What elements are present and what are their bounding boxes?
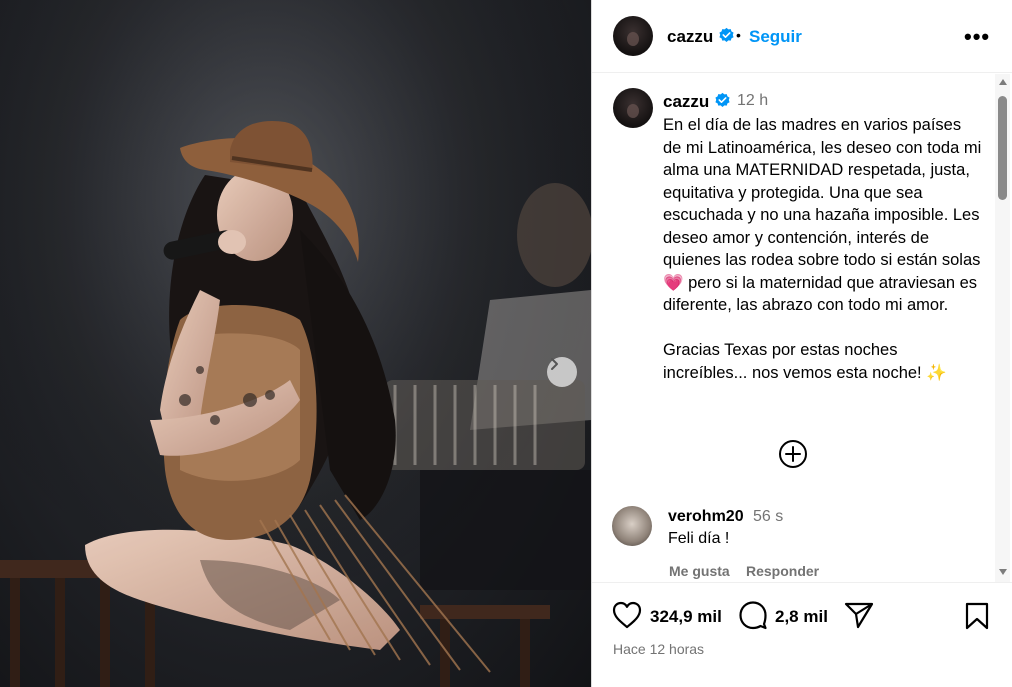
heart-icon[interactable] — [611, 600, 643, 630]
chevron-right-icon — [551, 358, 558, 370]
commenter-username[interactable]: verohm20 — [668, 508, 744, 526]
post-side-panel: cazzu • Seguir ••• cazzu 12 h En el día … — [591, 0, 1012, 687]
scroll-up-arrow-icon[interactable] — [999, 79, 1007, 85]
plus-circle-icon — [779, 440, 807, 468]
commenter-avatar[interactable] — [612, 506, 652, 546]
load-more-comments-button[interactable] — [778, 439, 808, 469]
scroll-down-arrow-icon[interactable] — [999, 569, 1007, 575]
caption-timestamp[interactable]: 12 h — [737, 92, 768, 110]
next-photo-button[interactable] — [547, 357, 577, 387]
separator-dot: • — [736, 27, 741, 43]
scrollbar[interactable] — [995, 74, 1010, 582]
comment-timestamp[interactable]: 56 s — [753, 508, 783, 526]
more-options-button[interactable]: ••• — [964, 24, 990, 50]
author-avatar[interactable] — [613, 16, 653, 56]
scrollbar-thumb[interactable] — [998, 96, 1007, 200]
comments-scroll-area[interactable]: cazzu 12 h En el día de las madres en va… — [592, 74, 1012, 582]
post-caption: En el día de las madres en varios países… — [663, 116, 982, 382]
photo-illustration — [0, 0, 591, 687]
post-date[interactable]: Hace 12 horas — [613, 641, 704, 657]
author-username[interactable]: cazzu — [667, 27, 735, 47]
caption-author-avatar[interactable] — [613, 88, 653, 128]
post-header: cazzu • Seguir ••• — [592, 0, 1012, 73]
verified-badge-icon — [715, 92, 730, 107]
comment-icon[interactable] — [738, 600, 768, 630]
comment-like-button[interactable]: Me gusta — [669, 563, 730, 579]
follow-button[interactable]: Seguir — [749, 27, 802, 47]
comment-reply-button[interactable]: Responder — [746, 563, 819, 579]
share-icon[interactable] — [844, 601, 874, 629]
post-photo[interactable] — [0, 0, 591, 687]
likes-count[interactable]: 324,9 mil — [650, 607, 722, 627]
verified-badge-icon — [719, 27, 734, 42]
bookmark-icon[interactable] — [964, 602, 990, 630]
comment-text: Feli día ! — [668, 530, 730, 547]
caption-author-username[interactable]: cazzu — [663, 92, 731, 112]
post-actions-bar: 324,9 mil 2,8 mil Hace 12 horas — [592, 582, 1012, 687]
comments-count[interactable]: 2,8 mil — [775, 607, 828, 627]
